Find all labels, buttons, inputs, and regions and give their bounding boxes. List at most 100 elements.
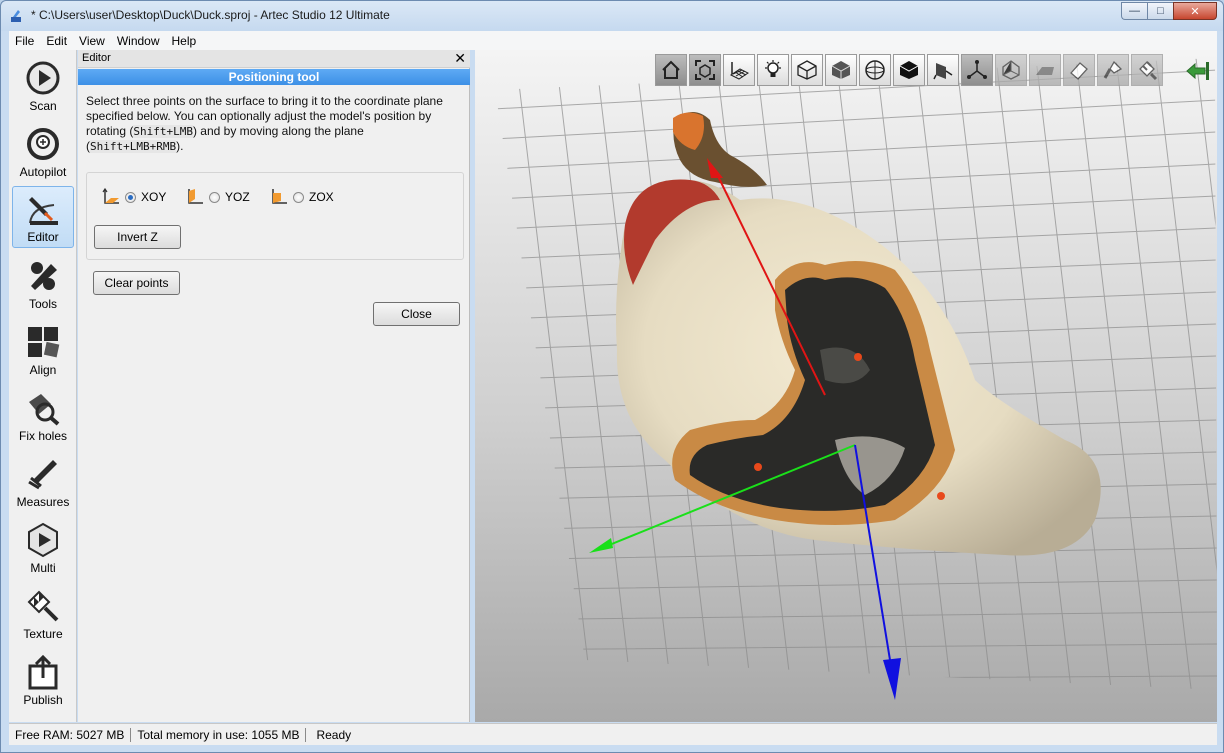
radio-xoy[interactable]: XOY: [99, 187, 166, 207]
menu-bar: File Edit View Window Help: [9, 31, 1217, 50]
solid-icon: [831, 61, 851, 79]
menu-edit[interactable]: Edit: [40, 34, 73, 48]
light-bulb-icon: [765, 60, 781, 77]
radio-button-yoz[interactable]: [209, 191, 220, 203]
axis-z-arrow: [883, 658, 901, 700]
yoz-plane-icon: [188, 189, 203, 204]
panel-header: Editor ✕: [78, 50, 470, 68]
instructions-text: Select three points on the surface to br…: [86, 94, 461, 154]
tool-publish[interactable]: Publish: [12, 648, 74, 710]
tool-autopilot-label: Autopilot: [19, 165, 67, 179]
free-ram-status: Free RAM: 5027 MB: [15, 727, 125, 742]
zox-plane-icon: [272, 189, 287, 204]
tool-measures[interactable]: Measures: [12, 450, 74, 512]
artec-app-icon: [11, 10, 21, 22]
tool-texture[interactable]: Texture: [12, 582, 74, 644]
panel-close-icon[interactable]: ✕: [454, 50, 466, 67]
sphere-button[interactable]: [859, 54, 891, 86]
menu-window[interactable]: Window: [111, 34, 166, 48]
iron-icon: [1036, 67, 1054, 75]
textured-icon: [899, 61, 919, 79]
tool-editor-label: Editor: [27, 230, 59, 244]
editor-panel: Editor ✕ Positioning tool Select three p…: [78, 50, 470, 722]
shortcut-move: Shift+LMB+RMB: [90, 140, 177, 153]
tool-publish-label: Publish: [23, 693, 63, 707]
fit-view-icon: [695, 60, 715, 80]
close-window-button[interactable]: ✕: [1173, 2, 1217, 20]
tool-tools[interactable]: Tools: [12, 252, 74, 314]
tool-measures-label: Measures: [16, 495, 70, 509]
eraser-button[interactable]: [1063, 54, 1095, 86]
radio-xoy-label: XOY: [141, 190, 167, 204]
solid-button[interactable]: [825, 54, 857, 86]
texture-brush-button[interactable]: [1131, 54, 1163, 86]
close-button[interactable]: Close: [373, 302, 460, 326]
wireframe-button[interactable]: [791, 54, 823, 86]
maximize-button[interactable]: □: [1147, 2, 1173, 20]
tool-editor[interactable]: Editor: [12, 186, 74, 248]
positioning-tool-bar: Positioning tool: [78, 69, 470, 85]
panel-header-title: Editor: [82, 52, 111, 64]
radio-yoz[interactable]: YOZ: [183, 187, 250, 207]
publish-icon: [28, 654, 58, 690]
menu-help[interactable]: Help: [166, 34, 203, 48]
home-view-icon: [662, 60, 680, 79]
tool-scan[interactable]: Scan: [12, 54, 74, 116]
eraser-icon: [1070, 62, 1088, 80]
fix-holes-icon: [29, 394, 60, 426]
total-memory-status: Total memory in use: 1055 MB: [137, 727, 300, 742]
positioning-button[interactable]: [927, 54, 959, 86]
textured-button[interactable]: [893, 54, 925, 86]
grid-button[interactable]: [723, 54, 755, 86]
selected-point-2[interactable]: [754, 463, 762, 471]
menu-view[interactable]: View: [73, 34, 111, 48]
tool-multi-label: Multi: [30, 561, 56, 575]
instructions-part-3: ).: [176, 139, 184, 153]
tool-tools-label: Tools: [28, 297, 57, 311]
duck-model[interactable]: [616, 111, 1101, 556]
clear-points-button[interactable]: Clear points: [93, 271, 180, 295]
editor-icon: [29, 197, 58, 225]
window-title: * C:\Users\user\Desktop\Duck\Duck.sproj …: [31, 8, 390, 22]
window-controls: — □ ✕: [1121, 2, 1217, 20]
brush-button[interactable]: [1097, 54, 1129, 86]
tool-align[interactable]: Align: [12, 318, 74, 380]
status-bar: Free RAM: 5027 MB Total memory in use: 1…: [9, 723, 1217, 745]
viewport-3d[interactable]: [475, 50, 1217, 722]
minimize-button[interactable]: —: [1121, 2, 1147, 20]
tools-icon: [31, 262, 57, 290]
light-button[interactable]: [757, 54, 789, 86]
radio-button-zox[interactable]: [293, 191, 304, 203]
exit-editor-icon[interactable]: [1185, 60, 1211, 82]
tool-align-label: Align: [29, 363, 57, 377]
tool-scan-label: Scan: [29, 99, 57, 113]
iron-button[interactable]: [1029, 54, 1061, 86]
positioning-icon: [933, 63, 953, 80]
viewport-toolbar: [655, 54, 1165, 86]
multi-icon: [28, 522, 58, 558]
pivot-button[interactable]: [995, 54, 1027, 86]
fit-view-button[interactable]: [689, 54, 721, 86]
left-toolbar: Scan Autopilot Editor Tools Align Fix ho…: [9, 50, 77, 722]
autopilot-icon: [27, 128, 59, 160]
menu-file[interactable]: File: [9, 34, 40, 48]
scene-canvas: [495, 58, 1217, 700]
axis-y-arrow: [589, 538, 613, 553]
positioning-tool-title: Positioning tool: [228, 70, 320, 84]
invert-z-button[interactable]: Invert Z: [94, 225, 181, 249]
home-view-button[interactable]: [655, 54, 687, 86]
axes-icon: [967, 60, 987, 79]
brush-icon: [1103, 60, 1123, 79]
tool-fix-holes[interactable]: Fix holes: [12, 384, 74, 446]
radio-button-xoy[interactable]: [125, 191, 136, 203]
tool-multi[interactable]: Multi: [12, 516, 74, 578]
texture-brush-icon: [1139, 61, 1158, 81]
tool-autopilot[interactable]: Autopilot: [12, 120, 74, 182]
selected-point-3[interactable]: [937, 492, 945, 500]
tool-fix-holes-label: Fix holes: [18, 429, 68, 443]
wireframe-icon: [797, 60, 817, 80]
selected-point-1[interactable]: [854, 353, 862, 361]
sphere-icon: [865, 60, 885, 80]
axes-button[interactable]: [961, 54, 993, 86]
radio-zox[interactable]: ZOX: [267, 187, 334, 207]
